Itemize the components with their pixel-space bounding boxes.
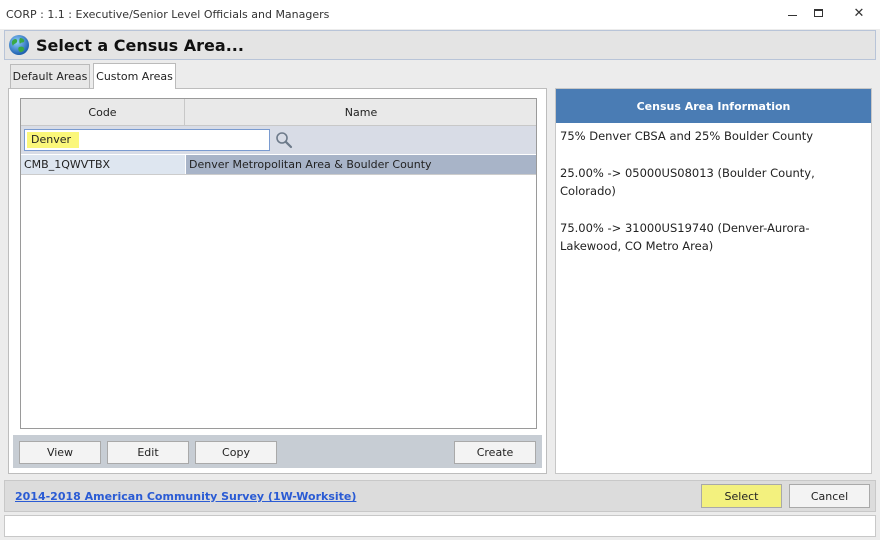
info-line: 75.00% -> 31000US19740 (Denver-Aurora-La…	[560, 221, 810, 253]
create-button[interactable]: Create	[454, 441, 536, 464]
survey-link[interactable]: 2014-2018 American Community Survey (1W-…	[15, 490, 356, 503]
column-header-name[interactable]: Name	[186, 99, 536, 125]
maximize-icon	[813, 9, 823, 17]
search-input[interactable]: Denver	[24, 129, 270, 151]
row-name: Denver Metropolitan Area & Boulder Count…	[186, 155, 536, 174]
view-button[interactable]: View	[19, 441, 101, 464]
filter-row: Denver	[21, 126, 536, 154]
census-area-info-panel: Census Area Information 75% Denver CBSA …	[555, 88, 872, 474]
row-code: CMB_1QWVTBX	[21, 155, 185, 174]
search-input-value: Denver	[27, 132, 79, 148]
close-button[interactable]: ✕	[838, 0, 880, 26]
grid-header: Code Name	[21, 99, 536, 126]
table-row[interactable]: CMB_1QWVTBX Denver Metropolitan Area & B…	[21, 155, 536, 175]
select-button[interactable]: Select	[701, 484, 782, 508]
edit-button[interactable]: Edit	[107, 441, 189, 464]
tab-custom-areas[interactable]: Custom Areas	[93, 63, 176, 89]
globe-icon	[9, 35, 29, 55]
status-bar	[4, 515, 876, 537]
title-bar: CORP : 1.1 : Executive/Senior Level Offi…	[0, 0, 880, 29]
areas-grid: Code Name Denver CMB_1QWVTBX Denver Metr…	[20, 98, 537, 429]
close-icon: ✕	[853, 5, 865, 21]
search-icon[interactable]	[275, 131, 293, 149]
page-title: Select a Census Area...	[36, 35, 244, 55]
dialog-footer: 2014-2018 American Community Survey (1W-…	[4, 480, 876, 512]
tab-default-areas[interactable]: Default Areas	[10, 64, 90, 88]
action-bar: View Edit Copy Create	[13, 435, 542, 468]
info-panel-body: 75% Denver CBSA and 25% Boulder County 2…	[560, 127, 868, 274]
minimize-icon	[787, 14, 797, 16]
copy-button[interactable]: Copy	[195, 441, 277, 464]
maximize-button[interactable]	[802, 0, 834, 26]
dialog-header: Select a Census Area...	[4, 30, 876, 60]
info-panel-title: Census Area Information	[556, 89, 871, 123]
info-line: 75% Denver CBSA and 25% Boulder County	[560, 129, 814, 143]
window-title: CORP : 1.1 : Executive/Senior Level Offi…	[6, 8, 330, 21]
custom-areas-panel: Code Name Denver CMB_1QWVTBX Denver Metr…	[8, 88, 547, 474]
info-line: 25.00% -> 05000US08013 (Boulder County, …	[560, 166, 815, 198]
cancel-button[interactable]: Cancel	[789, 484, 870, 508]
column-header-code[interactable]: Code	[21, 99, 185, 125]
